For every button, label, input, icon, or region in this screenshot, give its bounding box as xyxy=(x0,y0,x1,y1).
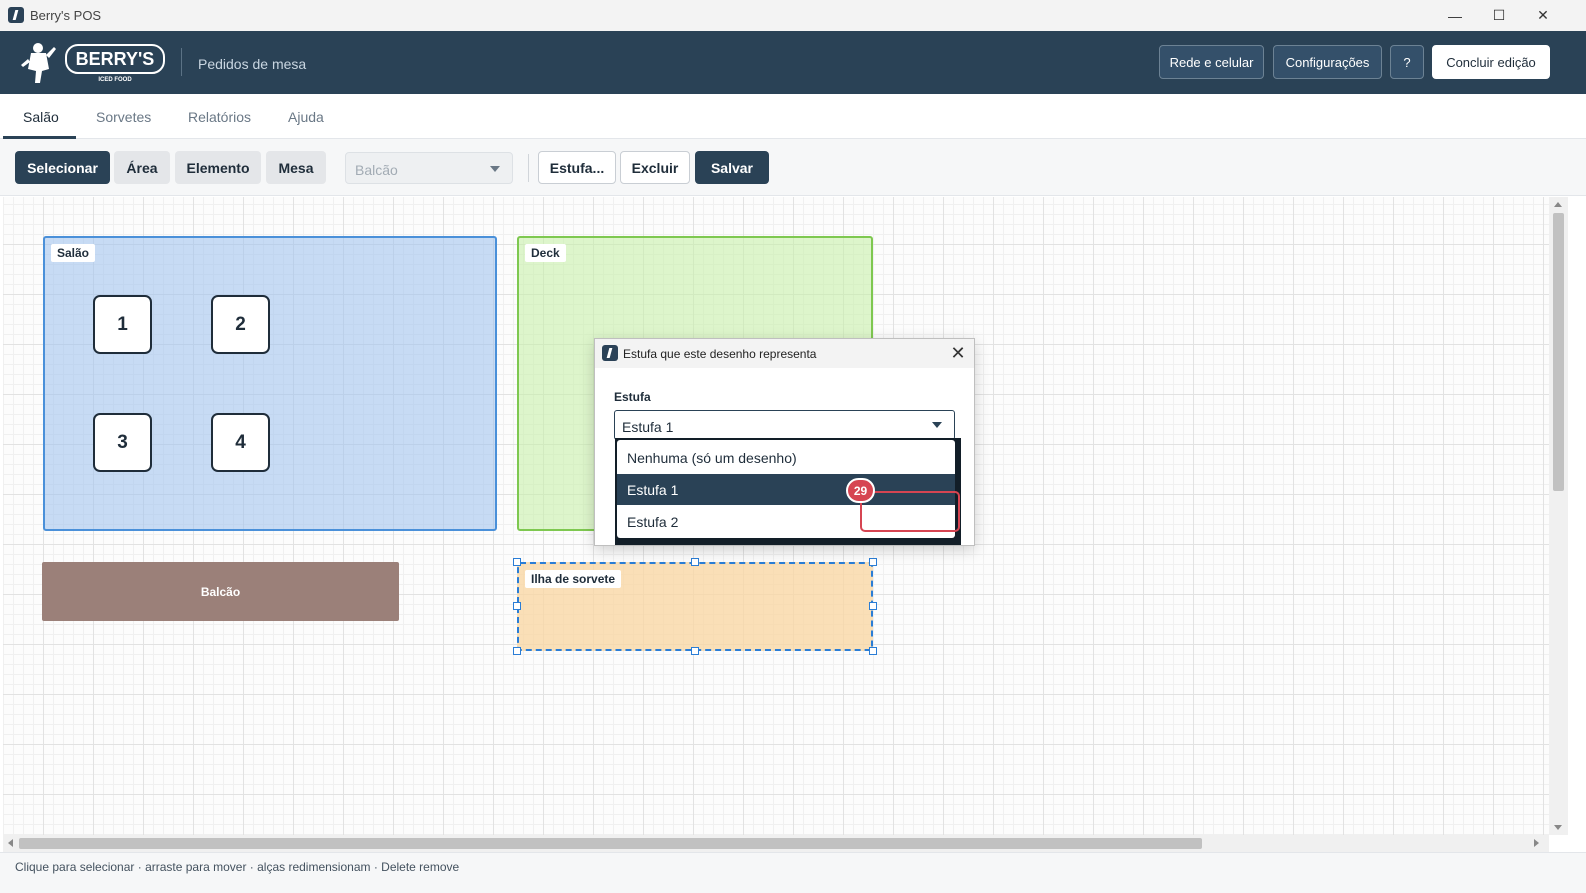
scroll-right-icon[interactable] xyxy=(1534,839,1539,847)
scroll-left-icon[interactable] xyxy=(8,839,13,847)
resize-handle-n[interactable] xyxy=(691,558,699,566)
resize-handle-se[interactable] xyxy=(869,647,877,655)
area-ilha-de-sorvete[interactable]: Ilha de sorvete xyxy=(517,562,873,651)
area-salao[interactable]: Salão 1 2 3 4 xyxy=(43,236,497,531)
tab-ajuda[interactable]: Ajuda xyxy=(288,109,324,125)
balcao-element[interactable]: Balcão xyxy=(42,562,399,621)
resize-handle-e[interactable] xyxy=(869,602,877,610)
svg-text:ICED FOOD: ICED FOOD xyxy=(98,77,132,83)
status-bar: Clique para selecionar · arraste para mo… xyxy=(0,852,1586,893)
chevron-down-icon xyxy=(932,422,942,428)
window-title: Berry's POS xyxy=(30,8,102,23)
element-type-select[interactable]: Balcão xyxy=(345,152,513,184)
table-4[interactable]: 4 xyxy=(211,413,270,472)
finish-editing-button[interactable]: Concluir edição xyxy=(1432,45,1550,79)
settings-button[interactable]: Configurações xyxy=(1273,45,1382,79)
delete-button[interactable]: Excluir xyxy=(620,151,690,184)
table-tool-button[interactable]: Mesa xyxy=(266,151,326,184)
berrys-logo: BERRY'S ICED FOOD xyxy=(16,39,166,87)
resize-handle-s[interactable] xyxy=(691,647,699,655)
table-3[interactable]: 3 xyxy=(93,413,152,472)
header-subtitle: Pedidos de mesa xyxy=(198,56,307,72)
scroll-up-icon[interactable] xyxy=(1554,202,1562,207)
resize-handle-w[interactable] xyxy=(513,602,521,610)
dialog-titlebar: Estufa que este desenho representa ✕ xyxy=(595,339,974,368)
element-type-value: Balcão xyxy=(355,162,398,178)
estufa-button[interactable]: Estufa... xyxy=(538,151,616,184)
resize-handle-sw[interactable] xyxy=(513,647,521,655)
annotation-highlight-box xyxy=(860,491,960,532)
scroll-down-icon[interactable] xyxy=(1554,825,1562,830)
save-button[interactable]: Salvar xyxy=(695,151,769,184)
app-icon xyxy=(8,7,24,23)
editor-toolbar: Selecionar Área Elemento Mesa Balcão Est… xyxy=(0,139,1586,196)
horizontal-scroll-thumb[interactable] xyxy=(19,838,1202,849)
maximize-button[interactable]: ☐ xyxy=(1476,0,1522,31)
table-2[interactable]: 2 xyxy=(211,295,270,354)
tab-sorvetes[interactable]: Sorvetes xyxy=(96,109,151,125)
select-tool-button[interactable]: Selecionar xyxy=(15,151,110,184)
table-1[interactable]: 1 xyxy=(93,295,152,354)
app-header: BERRY'S ICED FOOD Pedidos de mesa Rede e… xyxy=(0,31,1586,94)
horizontal-scrollbar[interactable] xyxy=(3,835,1549,852)
vertical-scrollbar[interactable] xyxy=(1549,197,1568,835)
main-tabs: Salão Sorvetes Relatórios Ajuda xyxy=(0,94,1586,139)
element-tool-button[interactable]: Elemento xyxy=(175,151,261,184)
estufa-select-value: Estufa 1 xyxy=(622,419,674,435)
annotation-step-badge: 29 xyxy=(846,478,875,503)
tab-salao[interactable]: Salão xyxy=(23,109,59,125)
close-window-button[interactable]: ✕ xyxy=(1520,0,1566,31)
vertical-scroll-thumb[interactable] xyxy=(1553,213,1564,491)
tab-relatorios[interactable]: Relatórios xyxy=(188,109,251,125)
chevron-down-icon xyxy=(490,166,500,172)
toolbar-divider xyxy=(528,154,529,182)
dialog-title: Estufa que este desenho representa xyxy=(623,347,817,361)
header-divider xyxy=(181,48,182,76)
area-tool-button[interactable]: Área xyxy=(114,151,170,184)
minimize-button[interactable]: — xyxy=(1432,0,1478,31)
area-label: Salão xyxy=(51,244,96,262)
window-titlebar: Berry's POS — ☐ ✕ xyxy=(0,0,1586,31)
status-hint: Clique para selecionar · arraste para mo… xyxy=(15,860,460,874)
area-label: Ilha de sorvete xyxy=(525,570,622,588)
estufa-field-label: Estufa xyxy=(614,390,651,404)
resize-handle-ne[interactable] xyxy=(869,558,877,566)
app-icon xyxy=(602,345,618,361)
option-nenhuma[interactable]: Nenhuma (só um desenho) xyxy=(617,442,955,473)
resize-handle-nw[interactable] xyxy=(513,558,521,566)
svg-text:BERRY'S: BERRY'S xyxy=(76,49,155,69)
area-label: Deck xyxy=(525,244,566,262)
help-button[interactable]: ? xyxy=(1390,45,1424,79)
network-button[interactable]: Rede e celular xyxy=(1159,45,1264,79)
estufa-select[interactable]: Estufa 1 xyxy=(614,410,955,440)
close-dialog-button[interactable]: ✕ xyxy=(945,341,971,365)
